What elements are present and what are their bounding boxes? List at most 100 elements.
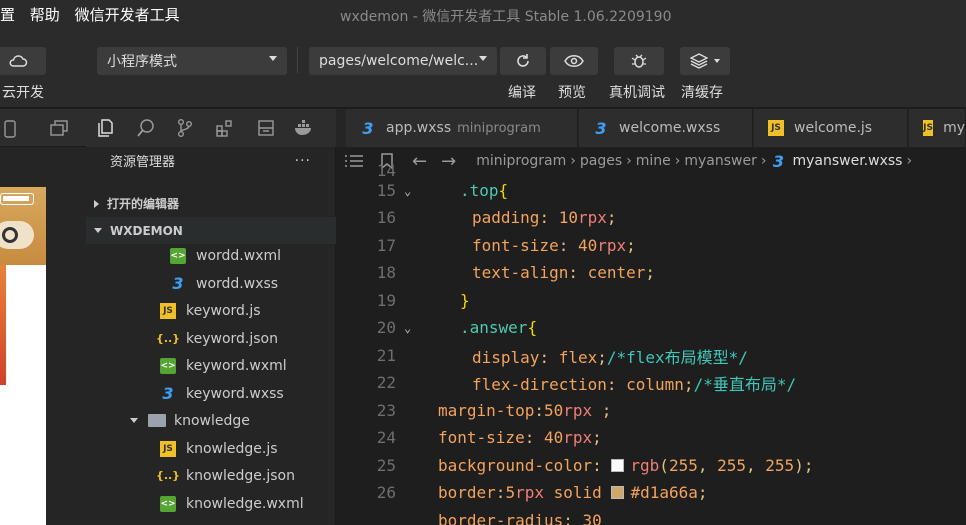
file-item[interactable]: <> wordd.wxml <box>170 242 281 269</box>
chevron-down-icon <box>269 56 277 61</box>
line-number: 16 <box>376 208 396 228</box>
code-line: padding: 10rpx; <box>472 208 617 228</box>
wxss-file-icon: 3 <box>172 274 184 293</box>
wxml-file-icon: <> <box>170 247 186 264</box>
fold-chevron-icon[interactable]: ⌄ <box>404 321 411 335</box>
tab-welcome-js[interactable]: JS welcome.js <box>754 109 908 147</box>
activity-bar <box>86 109 336 147</box>
compile-label: 编译 <box>508 85 536 101</box>
file-item[interactable]: 3 keyword.wxss <box>160 380 283 407</box>
mode-select-value: 小程序模式 <box>107 54 177 70</box>
file-item[interactable]: <> keyword.wxml <box>160 352 287 379</box>
extensions-icon[interactable] <box>215 118 235 138</box>
page-select[interactable]: pages/welcome/welc... <box>309 47 497 75</box>
code-line: flex-direction: column;/*垂直布局*/ <box>472 374 797 394</box>
line-number: 15 <box>376 181 396 201</box>
json-file-icon: {..} <box>155 469 181 482</box>
bug-icon <box>631 54 647 68</box>
tab-app-wxss[interactable]: 3 app.wxss miniprogram <box>346 109 578 147</box>
code-line: text-align: center; <box>472 263 656 283</box>
real-device-debug-button[interactable] <box>614 47 664 75</box>
refresh-icon <box>517 54 529 67</box>
code-line: } <box>460 291 470 311</box>
simulator-screen[interactable] <box>0 187 46 525</box>
editor-tabs: 3 app.wxss miniprogram 3 welcome.wxss JS… <box>336 109 966 147</box>
compile-button[interactable] <box>500 47 546 75</box>
file-item[interactable]: JS knowledge.js <box>160 435 278 462</box>
simulator-banner-image <box>0 265 6 385</box>
line-number: 19 <box>376 291 396 311</box>
menu-item-help[interactable]: 帮助 <box>30 6 60 24</box>
folder-item[interactable]: knowledge <box>130 407 250 434</box>
search-icon[interactable] <box>136 118 156 138</box>
file-item[interactable]: {..} keyword.json <box>155 325 278 352</box>
menu-item-settings[interactable]: 置 <box>0 6 15 24</box>
open-editors-section[interactable]: 打开的编辑器 <box>86 190 336 217</box>
file-explorer: 资源管理器 ··· 打开的编辑器 WXDEMON <> wordd.wxml 3w… <box>86 109 336 525</box>
line-number: 20 <box>376 318 396 338</box>
storage-icon[interactable] <box>256 118 276 138</box>
code-line: border:5rpx solid #d1a66a; <box>438 483 708 503</box>
line-number: 18 <box>376 263 396 283</box>
tab-welcome-wxss[interactable]: 3 welcome.wxss <box>579 109 753 147</box>
wxss-file-icon: 3 <box>162 384 174 403</box>
code-line: display: flex;/*flex布局模型*/ <box>472 347 748 367</box>
js-file-icon: JS <box>768 120 784 136</box>
line-number: 17 <box>376 236 396 256</box>
files-icon[interactable] <box>96 118 116 138</box>
file-item[interactable]: JS keyword.js <box>160 297 261 324</box>
wxml-file-icon: <> <box>160 495 176 512</box>
simulator-panel <box>0 109 86 525</box>
cloud-dev-button[interactable] <box>0 47 46 75</box>
line-number: 22 <box>376 373 396 393</box>
file-item[interactable]: <> knowledge.wxml <box>160 490 304 517</box>
preview-label: 预览 <box>558 85 586 101</box>
more-icon[interactable]: ··· <box>295 153 311 169</box>
line-number: 21 <box>376 346 396 366</box>
explorer-title: 资源管理器 <box>110 155 176 170</box>
code-line: font-size: 40rpx; <box>472 236 636 256</box>
color-swatch[interactable] <box>611 459 625 473</box>
mode-select[interactable]: 小程序模式 <box>97 47 287 75</box>
code-line: font-size: 40rpx; <box>438 428 602 448</box>
code-area[interactable]: 14 15 ⌄ .top{ 16 padding: 10rpx; 17 font… <box>336 161 966 525</box>
window-title: wxdemon - 微信开发者工具 Stable 1.06.2209190 <box>340 9 672 25</box>
toolbar-divider <box>297 47 298 73</box>
docker-icon[interactable] <box>294 118 314 138</box>
tab-my[interactable]: JS my <box>909 109 966 147</box>
eye-icon <box>564 55 584 67</box>
file-item[interactable]: 3 wordd.wxss <box>170 270 278 297</box>
window-icon[interactable] <box>50 120 68 136</box>
toolbar: 云开发 小程序模式 pages/welcome/welc... 编译 预览 真机… <box>0 30 966 108</box>
page-select-value: pages/welcome/welc... <box>319 53 479 69</box>
chevron-right-icon <box>94 199 99 208</box>
code-line: .top{ <box>460 181 509 201</box>
battery-icon <box>0 193 34 205</box>
fold-chevron-icon[interactable]: ⌄ <box>404 184 411 198</box>
capsule-button[interactable] <box>0 221 34 249</box>
json-file-icon: {..} <box>155 332 181 345</box>
code-line: margin-top:50rpx ; <box>438 401 612 421</box>
project-label: WXDEMON <box>110 223 183 238</box>
menu-bar: 置 帮助 微信开发者工具 <box>0 4 190 25</box>
chevron-down-icon <box>479 56 487 61</box>
phone-icon[interactable] <box>4 120 16 138</box>
wxss-file-icon: 3 <box>362 118 374 138</box>
color-swatch[interactable] <box>611 486 625 500</box>
simulator-header <box>0 187 46 265</box>
code-line: border-radius: 30 <box>438 511 602 525</box>
chevron-down-icon <box>94 228 102 233</box>
menu-item-wechat-devtools[interactable]: 微信开发者工具 <box>75 6 180 24</box>
code-line: .answer{ <box>460 318 538 338</box>
file-item[interactable]: {..} knowledge.json <box>155 462 295 489</box>
clear-cache-button[interactable] <box>680 47 730 75</box>
git-branch-icon[interactable] <box>175 118 195 138</box>
project-section[interactable]: WXDEMON <box>86 217 336 244</box>
open-editors-label: 打开的编辑器 <box>107 197 180 211</box>
wxml-file-icon: <> <box>160 357 176 374</box>
preview-button[interactable] <box>550 47 598 75</box>
line-number: 23 <box>376 401 396 421</box>
js-file-icon: JS <box>160 302 176 319</box>
simulator-toolbar <box>0 109 86 147</box>
cloud-dev-label: 云开发 <box>2 85 44 101</box>
